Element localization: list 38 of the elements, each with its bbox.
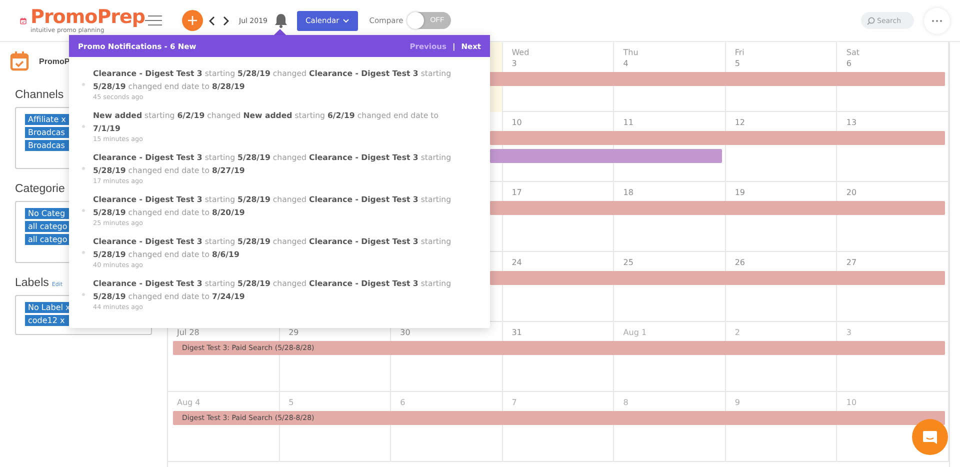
date-number: 4 [623, 58, 628, 69]
date-number: 5 [288, 397, 294, 408]
brand-logo: PromoPrep [30, 7, 145, 27]
date-number: Aug 4 [177, 397, 200, 408]
date-number: 31 [512, 327, 522, 338]
date-number: 19 [734, 187, 746, 198]
date-number: 27 [846, 257, 857, 268]
date-number: 17 [512, 187, 522, 198]
date-number: 11 [623, 117, 634, 128]
date-number: 2 [734, 327, 740, 338]
day-name: Wed [512, 47, 530, 58]
section-title: Channels [15, 89, 64, 101]
date-number: 10 [512, 117, 522, 128]
date-number: 3 [846, 327, 852, 338]
day-name: Sat [846, 47, 860, 58]
date-number: 24 [512, 257, 522, 268]
section-title: Labels [15, 277, 49, 289]
date-number: 18 [623, 187, 634, 198]
date-number: 30 [400, 327, 410, 338]
date-number: Jul 28 [177, 327, 200, 338]
date-number: 29 [288, 327, 299, 338]
date-number: 13 [846, 117, 857, 128]
date-number: 25 [623, 257, 634, 268]
day-name: Fri [734, 47, 744, 58]
date-number: 12 [734, 117, 746, 128]
date-number: 6 [400, 397, 406, 408]
date-number: 7 [512, 397, 517, 408]
date-number: 9 [734, 397, 740, 408]
date-number: 10 [846, 397, 857, 408]
date-number: 8 [623, 397, 628, 408]
date-number: 3 [512, 58, 517, 69]
date-number: 20 [846, 187, 857, 198]
date-number: Aug 1 [623, 327, 647, 338]
day-name: Thu [623, 47, 638, 58]
date-number: 26 [734, 257, 746, 268]
section-title: Categorie [15, 183, 65, 195]
date-number: 5 [734, 58, 740, 69]
date-number: 6 [846, 58, 852, 69]
